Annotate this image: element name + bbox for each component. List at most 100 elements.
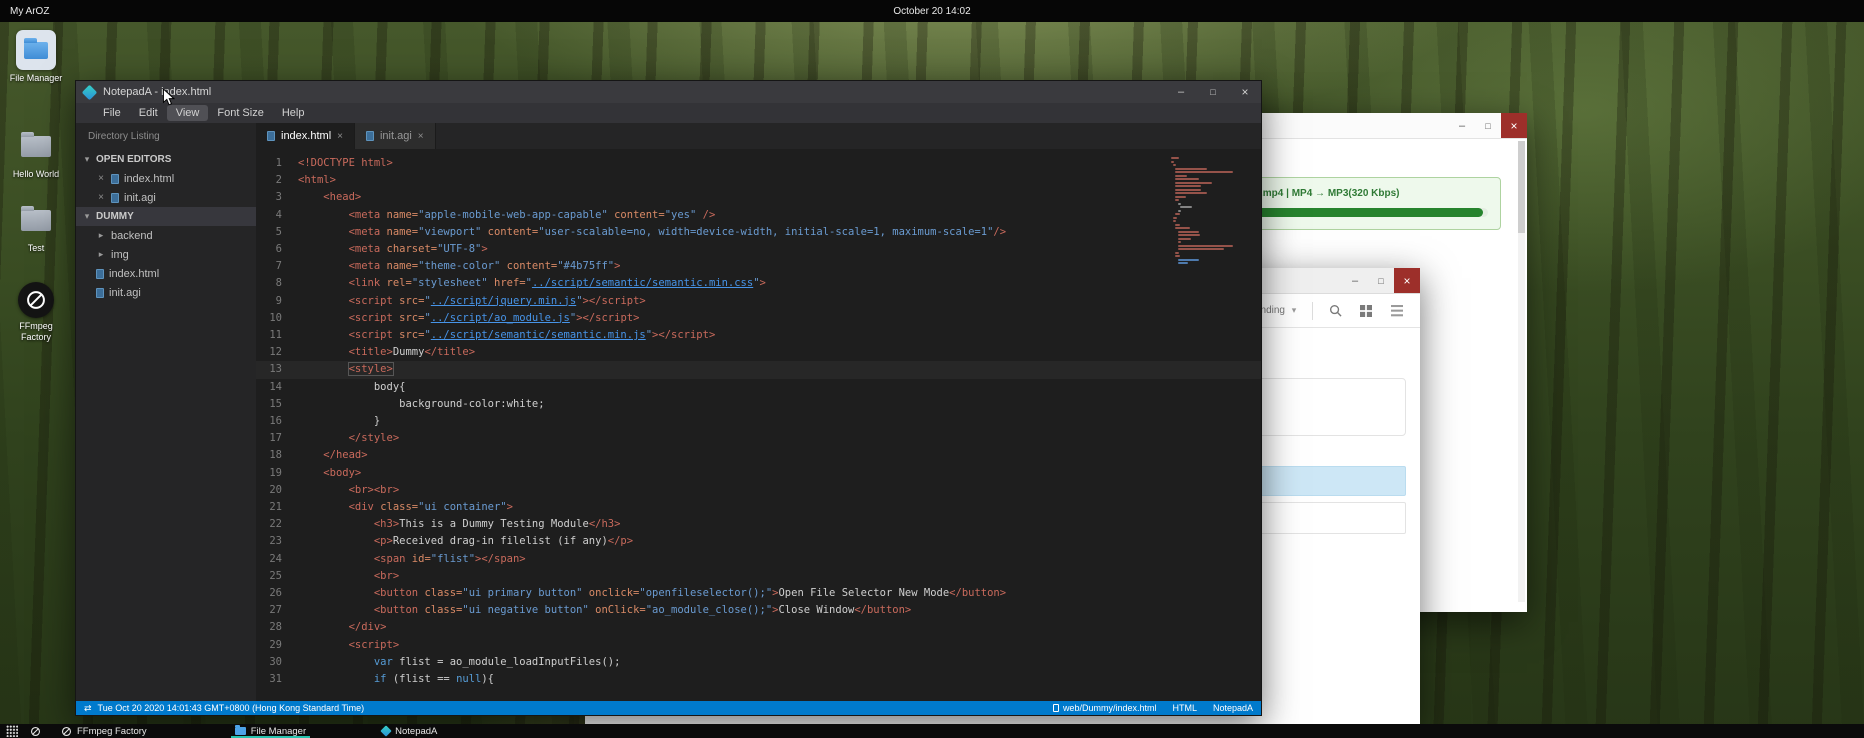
- code-line: 3 <head>: [256, 189, 1261, 206]
- maximize-button[interactable]: [1197, 81, 1229, 103]
- minimize-button[interactable]: [1165, 81, 1197, 103]
- section-dummy-folder[interactable]: DUMMY: [76, 207, 256, 226]
- close-button[interactable]: [1394, 268, 1420, 293]
- tab-init-agi[interactable]: init.agi: [355, 123, 436, 149]
- minimize-button[interactable]: [1449, 113, 1475, 138]
- close-button[interactable]: [1229, 81, 1261, 103]
- code-text: </head>: [298, 447, 368, 464]
- code-line: 8 <link rel="stylesheet" href="../script…: [256, 275, 1261, 292]
- line-number: 27: [256, 602, 298, 619]
- code-line: 7 <meta name="theme-color" content="#4b7…: [256, 258, 1261, 275]
- conversion-task-card: NN4.mp4 | MP4 → MP3(320 Kbps): [1227, 177, 1501, 230]
- code-text: <br>: [298, 568, 399, 585]
- line-number: 11: [256, 327, 298, 344]
- minimap-line: [1175, 168, 1207, 170]
- close-icon[interactable]: [96, 192, 106, 203]
- desktop-icon-hello-world[interactable]: Hello World: [8, 126, 64, 180]
- folder-icon: [235, 727, 246, 735]
- code-text: </style>: [298, 430, 399, 447]
- code-text: <script src="../script/jquery.min.js"></…: [298, 293, 646, 310]
- notepada-app-icon: [82, 84, 98, 100]
- file-icon: [111, 174, 119, 184]
- code-line: 12 <title>Dummy</title>: [256, 344, 1261, 361]
- close-icon[interactable]: [418, 131, 424, 142]
- taskbar-aroz-icon[interactable]: [24, 724, 47, 738]
- open-editor-init-agi[interactable]: init.agi: [76, 188, 256, 207]
- desktop-icon-label: FFmpeg Factory: [8, 321, 64, 343]
- file-icon: [1053, 704, 1059, 712]
- chevron-down-icon: [82, 211, 92, 222]
- desktop-icon-file-manager[interactable]: File Manager: [8, 30, 64, 84]
- sidebar-title: Directory Listing: [76, 123, 256, 150]
- status-app-name: NotepadA: [1213, 703, 1253, 713]
- code-line: 10 <script src="../script/ao_module.js">…: [256, 310, 1261, 327]
- minimap-line: [1175, 224, 1179, 226]
- tree-item-img[interactable]: img: [76, 245, 256, 264]
- sync-icon: [84, 703, 92, 714]
- code-line: 9 <script src="../script/jquery.min.js">…: [256, 293, 1261, 310]
- tree-item-init-agi[interactable]: init.agi: [76, 283, 256, 302]
- code-text: <script src="../script/ao_module.js"></s…: [298, 310, 639, 327]
- start-button[interactable]: [0, 724, 24, 738]
- line-number: 18: [256, 447, 298, 464]
- code-line: 31 if (flist == null){: [256, 671, 1261, 688]
- code-line: 17 </style>: [256, 430, 1261, 447]
- menu-view[interactable]: View: [167, 105, 209, 121]
- scrollbar[interactable]: [1518, 141, 1525, 602]
- code-text: <meta name="viewport" content="user-scal…: [298, 224, 1006, 241]
- code-editor[interactable]: 1<!DOCTYPE html>2<html>3 <head>4 <meta n…: [256, 149, 1261, 701]
- close-icon[interactable]: [96, 173, 106, 184]
- line-number: 9: [256, 293, 298, 310]
- folder-name: img: [111, 249, 129, 261]
- notepada-icon: [380, 725, 391, 736]
- code-line: 15 background-color:white;: [256, 396, 1261, 413]
- taskbar-item-notepada[interactable]: NotepadA: [376, 724, 443, 738]
- minimap[interactable]: [1171, 157, 1249, 266]
- menu-edit[interactable]: Edit: [130, 105, 167, 121]
- taskbar-item-ffmpeg-factory[interactable]: FFmpeg Factory: [55, 724, 153, 738]
- close-button[interactable]: [1501, 113, 1527, 138]
- editor-pane: index.html init.agi 1<!DOCTYPE html>2<ht…: [256, 123, 1261, 701]
- tree-item-index-html[interactable]: index.html: [76, 264, 256, 283]
- desktop-icon-label: File Manager: [8, 73, 64, 84]
- maximize-button[interactable]: [1368, 268, 1394, 293]
- tab-index-html[interactable]: index.html: [256, 123, 355, 149]
- taskbar-item-file-manager[interactable]: File Manager: [229, 724, 312, 738]
- line-number: 8: [256, 275, 298, 292]
- chevron-right-icon: [96, 249, 106, 260]
- code-text: }: [298, 413, 380, 430]
- taskbar-item-label: File Manager: [251, 726, 306, 737]
- close-icon[interactable]: [337, 131, 343, 142]
- aroz-start-menu[interactable]: My ArOZ: [0, 6, 49, 17]
- line-number: 4: [256, 207, 298, 224]
- code-text: <button class="ui primary button" onclic…: [298, 585, 1006, 602]
- menu-help[interactable]: Help: [273, 105, 314, 121]
- section-open-editors[interactable]: OPEN EDITORS: [76, 150, 256, 169]
- file-manager-icon: [16, 30, 56, 70]
- open-editor-index-html[interactable]: index.html: [76, 169, 256, 188]
- status-bar: Tue Oct 20 2020 14:01:43 GMT+0800 (Hong …: [76, 701, 1261, 715]
- minimap-line: [1175, 178, 1199, 180]
- menu-file[interactable]: File: [94, 105, 130, 121]
- code-text: <style>: [298, 361, 393, 378]
- desktop-icon-test[interactable]: Test: [8, 200, 64, 254]
- grid-view-icon[interactable]: [1357, 302, 1375, 320]
- desktop-icon-ffmpeg-factory[interactable]: FFmpeg Factory: [8, 282, 64, 343]
- menu-font-size[interactable]: Font Size: [208, 105, 272, 121]
- line-number: 7: [256, 258, 298, 275]
- list-view-icon[interactable]: [1388, 302, 1406, 320]
- line-number: 21: [256, 499, 298, 516]
- tree-item-backend[interactable]: backend: [76, 226, 256, 245]
- notepada-titlebar[interactable]: NotepadA - index.html: [76, 81, 1261, 103]
- line-number: 19: [256, 465, 298, 482]
- minimap-line: [1175, 213, 1179, 215]
- scrollbar-thumb[interactable]: [1518, 141, 1525, 233]
- code-text: body{: [298, 379, 405, 396]
- chevron-down-icon: [1289, 305, 1299, 316]
- code-line: 30 var flist = ao_module_loadInputFiles(…: [256, 654, 1261, 671]
- code-line: 1<!DOCTYPE html>: [256, 155, 1261, 172]
- minimize-button[interactable]: [1342, 268, 1368, 293]
- maximize-button[interactable]: [1475, 113, 1501, 138]
- search-icon[interactable]: [1326, 302, 1344, 320]
- code-text: <meta charset="UTF-8">: [298, 241, 488, 258]
